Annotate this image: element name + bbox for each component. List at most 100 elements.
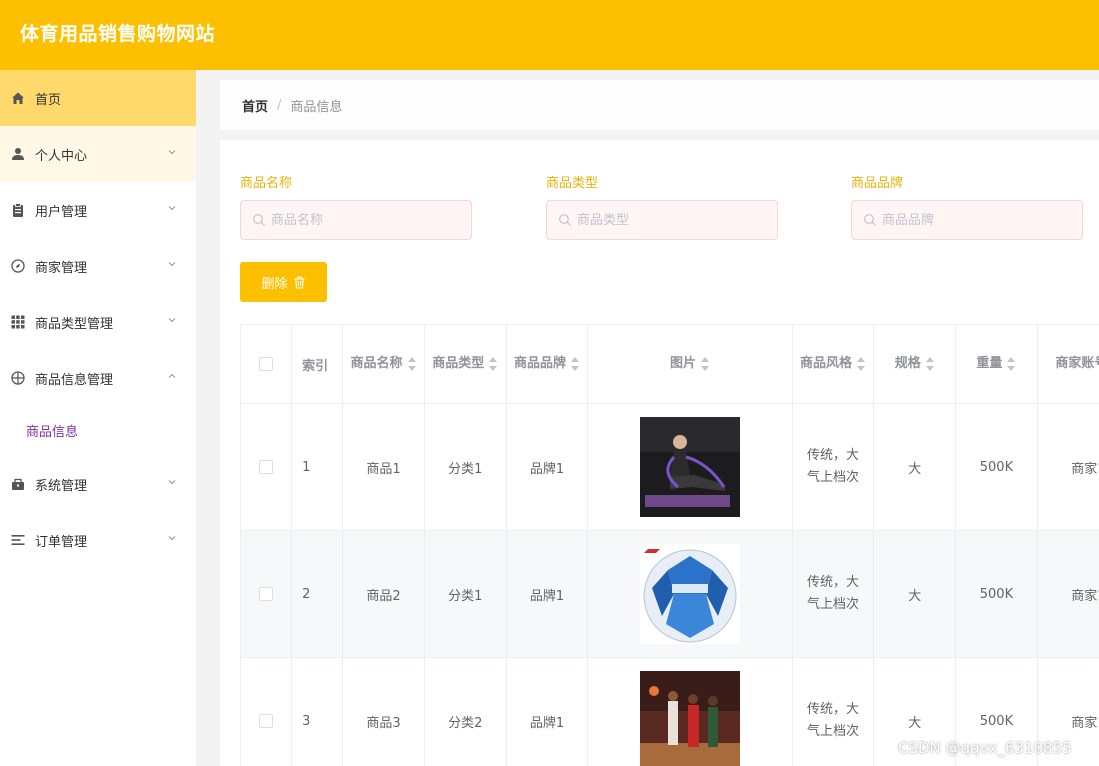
table-row: 2 商品2 分类1 品牌1 传统，大气上档次 大 500K 商家 — [240, 530, 1099, 658]
product-name-field — [240, 200, 472, 240]
header-label: 商品名称 — [350, 356, 403, 371]
chevron-up-icon — [168, 373, 176, 378]
search-icon — [559, 214, 571, 226]
row-product-name: 商品1 — [342, 403, 425, 531]
sidebar-item-order-management[interactable]: 订单管理 — [0, 512, 196, 568]
sort-icon[interactable] — [1006, 357, 1016, 371]
product-type-input[interactable] — [577, 201, 767, 239]
compass-icon — [11, 259, 25, 273]
sort-icon[interactable] — [925, 357, 935, 371]
delete-button[interactable]: 删除 — [240, 262, 327, 302]
chevron-down-icon — [168, 318, 176, 323]
header-label: 图片 — [669, 356, 696, 371]
header-label: 商品品牌 — [513, 356, 566, 371]
sidebar-item-merchant-management[interactable]: 商家管理 — [0, 238, 196, 294]
sidebar-subitem-product-info[interactable]: 商品信息 — [0, 406, 196, 454]
row-weight: 500K — [955, 403, 1038, 531]
main-content: 商品名称 商品类型 商品品牌 删除 索引 商品名称 商品类型 — [220, 140, 1099, 766]
sort-icon[interactable] — [570, 357, 580, 371]
breadcrumb-home-link[interactable]: 首页 — [242, 96, 268, 115]
product-brand-field — [851, 200, 1083, 240]
header-image[interactable]: 图片 — [587, 324, 793, 404]
product-name-input[interactable] — [271, 201, 461, 239]
header-index: 索引 — [291, 324, 344, 404]
row-image-cell — [587, 403, 793, 531]
sidebar-item-personal-center[interactable]: 个人中心 — [0, 126, 196, 182]
header-product-style[interactable]: 商品风格 — [791, 324, 875, 404]
product-brand-label: 商品品牌 — [851, 176, 904, 191]
row-index: 2 — [291, 530, 344, 658]
sort-icon[interactable] — [700, 357, 710, 371]
row-image-cell — [587, 530, 793, 658]
list-icon — [11, 533, 25, 547]
select-all-checkbox[interactable] — [259, 357, 274, 371]
sidebar: 首页 个人中心 用户管理 商家管理 商品类型管理 商品信息管理 商品信息 系统管… — [0, 70, 196, 766]
row-checkbox[interactable] — [259, 460, 274, 474]
sidebar-item-system-management[interactable]: 系统管理 — [0, 456, 196, 512]
product-image-basketball-game — [639, 671, 740, 766]
grid-icon — [11, 315, 25, 329]
sidebar-item-label: 商家管理 — [35, 260, 88, 276]
sidebar-item-home[interactable]: 首页 — [0, 70, 196, 126]
row-checkbox[interactable] — [259, 587, 274, 601]
sort-icon[interactable] — [856, 357, 866, 371]
row-index: 3 — [291, 657, 344, 766]
sidebar-item-product-info-management[interactable]: 商品信息管理 — [0, 350, 196, 406]
chevron-down-icon — [168, 206, 176, 211]
product-type-label: 商品类型 — [546, 176, 599, 191]
header-label: 重量 — [976, 356, 1003, 371]
row-product-type: 分类1 — [423, 530, 507, 658]
product-brand-input[interactable] — [882, 201, 1072, 239]
product-image-soccer-ball — [639, 544, 740, 644]
row-product-style: 传统，大气上档次 — [791, 657, 875, 766]
breadcrumb: 首页 / 商品信息 — [220, 80, 1099, 130]
row-product-type: 分类1 — [423, 403, 507, 531]
row-product-brand: 品牌1 — [505, 530, 589, 658]
header-select-all[interactable] — [240, 324, 293, 404]
product-image-resistance-band — [639, 417, 740, 517]
sidebar-item-label: 系统管理 — [35, 478, 88, 494]
row-image-cell — [587, 657, 793, 766]
row-select[interactable] — [240, 530, 293, 658]
row-select[interactable] — [240, 657, 293, 766]
sidebar-item-label: 个人中心 — [35, 148, 88, 164]
row-product-brand: 品牌1 — [505, 403, 589, 531]
row-product-name: 商品3 — [342, 657, 425, 766]
row-product-style: 传统，大气上档次 — [791, 530, 875, 658]
sidebar-item-label: 用户管理 — [35, 204, 88, 220]
header-label: 商品风格 — [799, 356, 852, 371]
sidebar-item-product-type-management[interactable]: 商品类型管理 — [0, 294, 196, 350]
search-icon — [253, 214, 265, 226]
row-select[interactable] — [240, 403, 293, 531]
clipboard-icon — [11, 203, 25, 217]
watermark: CSDN @qqvx_6310855 — [898, 739, 1072, 757]
row-product-brand: 品牌1 — [505, 657, 589, 766]
chevron-down-icon — [168, 262, 176, 267]
header-product-type[interactable]: 商品类型 — [423, 324, 507, 404]
header-product-name[interactable]: 商品名称 — [342, 324, 425, 404]
header-label: 商品类型 — [432, 356, 485, 371]
header-label: 规格 — [894, 356, 921, 371]
header-weight[interactable]: 重量 — [955, 324, 1038, 404]
header-product-brand[interactable]: 商品品牌 — [505, 324, 589, 404]
row-checkbox[interactable] — [259, 714, 274, 728]
sidebar-item-label: 订单管理 — [35, 534, 88, 550]
sidebar-item-label: 商品类型管理 — [35, 316, 114, 332]
sort-icon[interactable] — [407, 357, 417, 371]
sort-icon[interactable] — [488, 357, 498, 371]
sidebar-item-user-management[interactable]: 用户管理 — [0, 182, 196, 238]
row-spec: 大 — [873, 403, 957, 531]
row-merchant-account: 商家1 — [1036, 530, 1099, 658]
user-icon — [11, 147, 25, 161]
row-spec: 大 — [873, 530, 957, 658]
sidebar-item-label: 首页 — [35, 92, 62, 108]
trash-icon — [294, 276, 304, 289]
sidebar-item-label: 商品信息管理 — [35, 372, 114, 388]
header-merchant-account[interactable]: 商家账号 — [1036, 324, 1099, 404]
chevron-down-icon — [168, 536, 176, 541]
top-header: 体育用品销售购物网站 — [0, 0, 1099, 70]
row-product-name: 商品2 — [342, 530, 425, 658]
breadcrumb-separator: / — [277, 97, 282, 113]
chevron-down-icon — [168, 150, 176, 155]
header-spec[interactable]: 规格 — [873, 324, 957, 404]
